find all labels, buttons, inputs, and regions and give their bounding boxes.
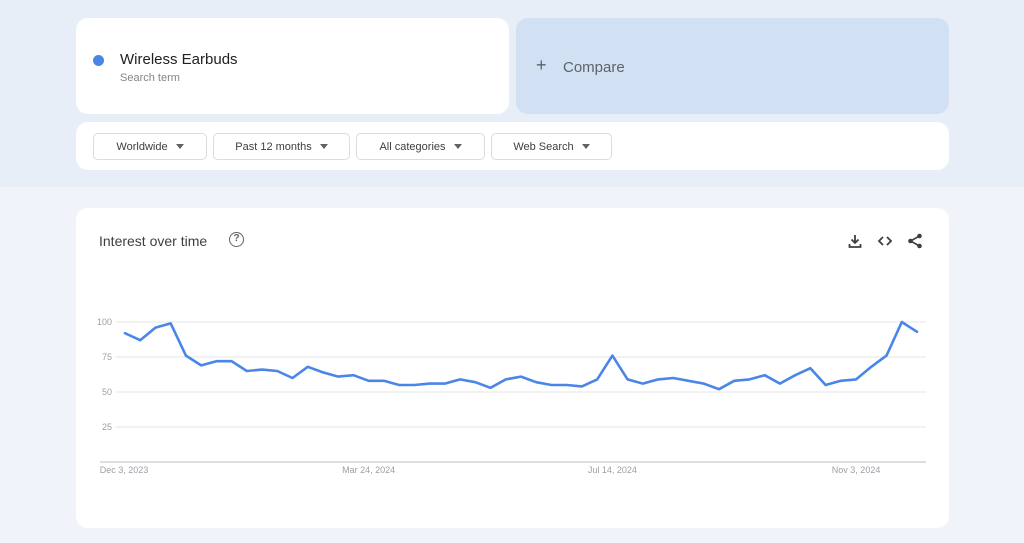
search-term-card[interactable]: Wireless Earbuds Search term <box>76 18 509 114</box>
data-point[interactable] <box>167 319 175 327</box>
search-term-subtitle: Search term <box>120 72 180 84</box>
data-point[interactable] <box>639 380 647 388</box>
compare-label: Compare <box>563 59 625 76</box>
filter-bar: Worldwide Past 12 months All categories … <box>76 122 949 170</box>
data-point[interactable] <box>197 361 205 369</box>
data-point[interactable] <box>349 371 357 379</box>
category-dropdown[interactable]: All categories <box>356 133 485 160</box>
data-point[interactable] <box>563 381 571 389</box>
data-point[interactable] <box>212 357 220 365</box>
data-point[interactable] <box>441 380 449 388</box>
data-point[interactable] <box>395 381 403 389</box>
interest-over-time-card: Interest over time ? 25 50 75 100 Dec 3, 20… <box>76 208 949 528</box>
data-point[interactable] <box>456 375 464 383</box>
caret-down-icon <box>175 144 184 149</box>
region-dropdown-label: Worldwide <box>116 140 168 153</box>
data-point[interactable] <box>593 375 601 383</box>
series-color-dot <box>93 55 104 66</box>
search-type-dropdown-label: Web Search <box>513 140 574 153</box>
time-range-dropdown[interactable]: Past 12 months <box>213 133 350 160</box>
y-tick-label: 100 <box>97 317 112 327</box>
data-point[interactable] <box>578 382 586 390</box>
data-point[interactable] <box>883 352 891 360</box>
data-point[interactable] <box>151 324 159 332</box>
time-range-dropdown-label: Past 12 months <box>235 140 312 153</box>
data-point[interactable] <box>669 374 677 382</box>
data-point[interactable] <box>410 381 418 389</box>
data-point[interactable] <box>806 364 814 372</box>
data-point[interactable] <box>487 384 495 392</box>
x-tick-label: Nov 3, 2024 <box>832 465 881 475</box>
data-point[interactable] <box>547 381 555 389</box>
data-point[interactable] <box>182 352 190 360</box>
plus-icon: + <box>536 55 547 75</box>
data-point[interactable] <box>761 371 769 379</box>
data-point[interactable] <box>365 377 373 385</box>
data-point[interactable] <box>243 367 251 375</box>
y-tick-label: 50 <box>102 387 112 397</box>
data-point[interactable] <box>745 375 753 383</box>
y-tick-label: 25 <box>102 422 112 432</box>
data-point[interactable] <box>304 363 312 371</box>
data-point[interactable] <box>380 377 388 385</box>
data-point[interactable] <box>791 371 799 379</box>
data-point[interactable] <box>334 373 342 381</box>
data-point[interactable] <box>121 329 129 337</box>
data-point[interactable] <box>654 375 662 383</box>
data-point[interactable] <box>502 375 510 383</box>
data-point[interactable] <box>685 377 693 385</box>
data-point[interactable] <box>471 378 479 386</box>
region-dropdown[interactable]: Worldwide <box>93 133 207 160</box>
data-point[interactable] <box>898 318 906 326</box>
x-tick-label: Mar 24, 2024 <box>342 465 395 475</box>
data-point[interactable] <box>258 366 266 374</box>
line-chart: 25 50 75 100 Dec 3, 2023 Mar 24, 2024 Jul 14,… <box>97 317 926 475</box>
search-type-dropdown[interactable]: Web Search <box>491 133 612 160</box>
data-point[interactable] <box>776 380 784 388</box>
data-point[interactable] <box>426 380 434 388</box>
data-point[interactable] <box>319 368 327 376</box>
caret-down-icon <box>453 144 462 149</box>
data-point[interactable] <box>624 375 632 383</box>
data-point[interactable] <box>822 381 830 389</box>
data-point[interactable] <box>273 367 281 375</box>
data-point[interactable] <box>608 352 616 360</box>
search-term-name[interactable]: Wireless Earbuds <box>120 51 238 68</box>
data-point[interactable] <box>136 336 144 344</box>
x-tick-label: Dec 3, 2023 <box>100 465 149 475</box>
data-point[interactable] <box>532 378 540 386</box>
data-point[interactable] <box>837 377 845 385</box>
data-point[interactable] <box>852 375 860 383</box>
data-point[interactable] <box>867 363 875 371</box>
data-point[interactable] <box>289 374 297 382</box>
compare-button[interactable]: + Compare <box>516 18 949 114</box>
caret-down-icon <box>581 144 590 149</box>
x-tick-label: Jul 14, 2024 <box>588 465 637 475</box>
data-point[interactable] <box>913 328 921 336</box>
y-tick-label: 75 <box>102 352 112 362</box>
data-point[interactable] <box>730 377 738 385</box>
data-point[interactable] <box>517 373 525 381</box>
data-point[interactable] <box>228 357 236 365</box>
category-dropdown-label: All categories <box>379 140 446 153</box>
data-point[interactable] <box>715 385 723 393</box>
caret-down-icon <box>319 144 328 149</box>
data-point[interactable] <box>700 380 708 388</box>
